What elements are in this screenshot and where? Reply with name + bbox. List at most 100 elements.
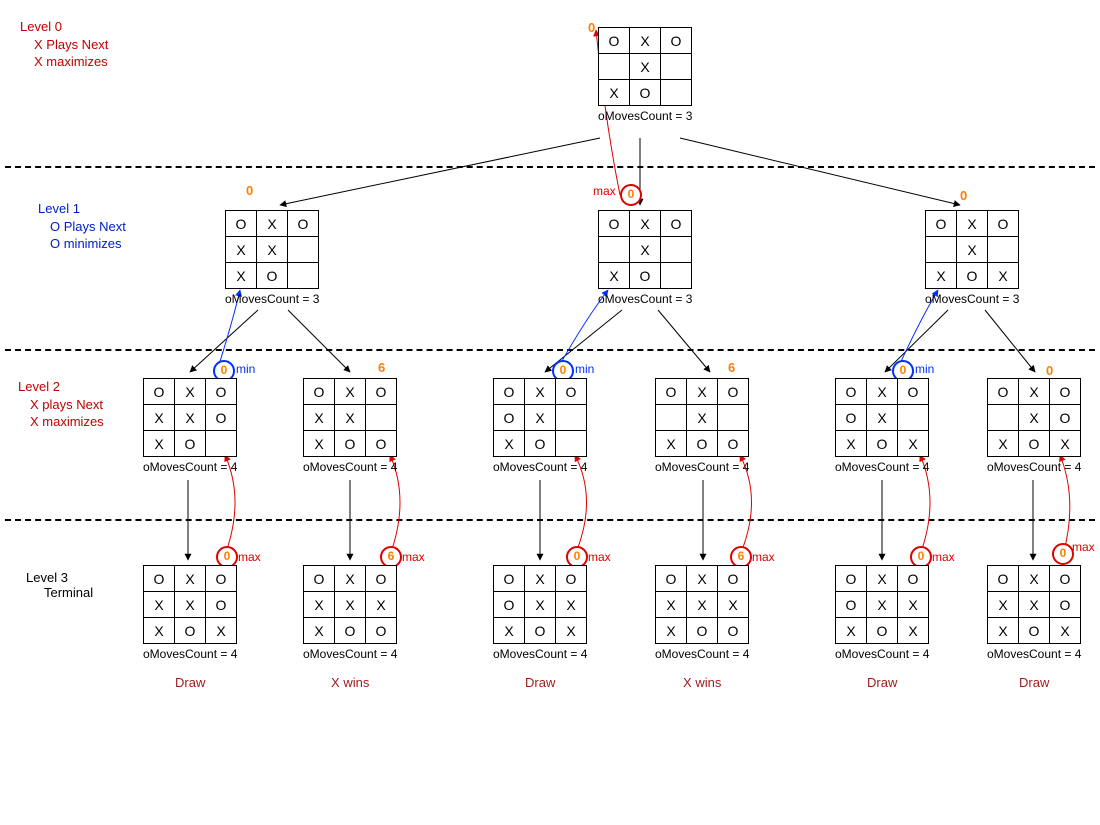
cell: X	[867, 379, 898, 405]
cell: X	[206, 618, 237, 644]
board-l2a1: OXOXXOXO oMovesCount = 4	[143, 378, 237, 474]
board-l3b1: OXOOXXXOX oMovesCount = 4 Draw	[493, 565, 587, 690]
cell: O	[957, 263, 988, 289]
moves-count: oMovesCount = 4	[143, 460, 237, 474]
cell: X	[687, 592, 718, 618]
cell: X	[494, 618, 525, 644]
cell: O	[525, 618, 556, 644]
cell: O	[366, 379, 397, 405]
cell: O	[836, 379, 867, 405]
cell: O	[494, 566, 525, 592]
cell: X	[144, 431, 175, 457]
cell: O	[525, 431, 556, 457]
l1-root-circle: 0	[620, 184, 642, 206]
cell: X	[257, 237, 288, 263]
cell: O	[718, 618, 749, 644]
text: O minimizes	[50, 235, 126, 253]
max-label: max	[238, 550, 261, 564]
cell: O	[1050, 592, 1081, 618]
level-0-label: Level 0 X Plays Next X maximizes	[20, 18, 108, 71]
cell: O	[556, 566, 587, 592]
level-2-label: Level 2 X plays Next X maximizes	[18, 378, 104, 431]
cell: X	[1050, 431, 1081, 457]
cell: O	[836, 566, 867, 592]
l1a-score: 0	[246, 183, 253, 198]
moves-count: oMovesCount = 4	[835, 647, 929, 661]
l2a2-score: 6	[378, 360, 385, 375]
cell: X	[988, 618, 1019, 644]
moves-count: oMovesCount = 4	[493, 647, 587, 661]
board-l3b2: OXOXXXXOO oMovesCount = 4 X wins	[655, 565, 749, 690]
max-label: max	[1072, 540, 1095, 554]
cell: X	[988, 431, 1019, 457]
cell: X	[957, 237, 988, 263]
cell	[988, 405, 1019, 431]
min-label: min	[236, 362, 255, 376]
cell: O	[656, 379, 687, 405]
cell: X	[1019, 592, 1050, 618]
text: X Plays Next	[34, 36, 108, 54]
cell: X	[867, 566, 898, 592]
text: X maximizes	[30, 413, 104, 431]
cell	[661, 237, 692, 263]
cell: O	[988, 211, 1019, 237]
cell: X	[867, 405, 898, 431]
cell: O	[988, 379, 1019, 405]
cell: X	[144, 618, 175, 644]
moves-count: oMovesCount = 4	[655, 460, 749, 474]
board-l3a1: OXOXXOXOX oMovesCount = 4 Draw	[143, 565, 237, 690]
cell: X	[867, 592, 898, 618]
cell: X	[1019, 379, 1050, 405]
cell: O	[366, 431, 397, 457]
cell: O	[867, 431, 898, 457]
board-l2c1: OXOOXXOX oMovesCount = 4	[835, 378, 929, 474]
board-l2a2: OXOXXXOO oMovesCount = 4	[303, 378, 397, 474]
cell: O	[144, 379, 175, 405]
l2c2-score: 0	[1046, 363, 1053, 378]
l2b2-score: 6	[728, 360, 735, 375]
cell: O	[257, 263, 288, 289]
cell: O	[494, 405, 525, 431]
root-score: 0	[588, 20, 595, 35]
result: Draw	[493, 675, 587, 690]
text: X plays Next	[30, 396, 104, 414]
cell: O	[175, 618, 206, 644]
text: Level 3	[26, 570, 93, 585]
cell	[288, 263, 319, 289]
text: X maximizes	[34, 53, 108, 71]
cell: X	[630, 28, 661, 54]
board-root: OXOXXO oMovesCount = 3	[598, 27, 692, 123]
cell: X	[525, 566, 556, 592]
result: Draw	[987, 675, 1081, 690]
cell: X	[687, 379, 718, 405]
cell	[661, 80, 692, 106]
cell	[898, 405, 929, 431]
level-1-label: Level 1 O Plays Next O minimizes	[38, 200, 126, 253]
text: Level 1	[38, 200, 126, 218]
result: X wins	[655, 675, 749, 690]
cell	[656, 405, 687, 431]
cell	[366, 405, 397, 431]
cell: O	[687, 618, 718, 644]
cell: X	[1019, 566, 1050, 592]
cell: O	[288, 211, 319, 237]
text: Level 2	[18, 378, 104, 396]
cell	[988, 237, 1019, 263]
text: Level 0	[20, 18, 108, 36]
text: O Plays Next	[50, 218, 126, 236]
cell: X	[494, 431, 525, 457]
max-label: max	[752, 550, 775, 564]
cell: O	[718, 379, 749, 405]
cell: X	[630, 211, 661, 237]
cell: X	[175, 405, 206, 431]
moves-count: oMovesCount = 4	[493, 460, 587, 474]
moves-count: oMovesCount = 3	[598, 109, 692, 123]
cell: X	[525, 379, 556, 405]
cell: O	[1050, 566, 1081, 592]
cell: X	[304, 431, 335, 457]
cell: X	[525, 405, 556, 431]
min-label: min	[575, 362, 594, 376]
cell: X	[144, 592, 175, 618]
cell: O	[206, 592, 237, 618]
cell: O	[206, 566, 237, 592]
